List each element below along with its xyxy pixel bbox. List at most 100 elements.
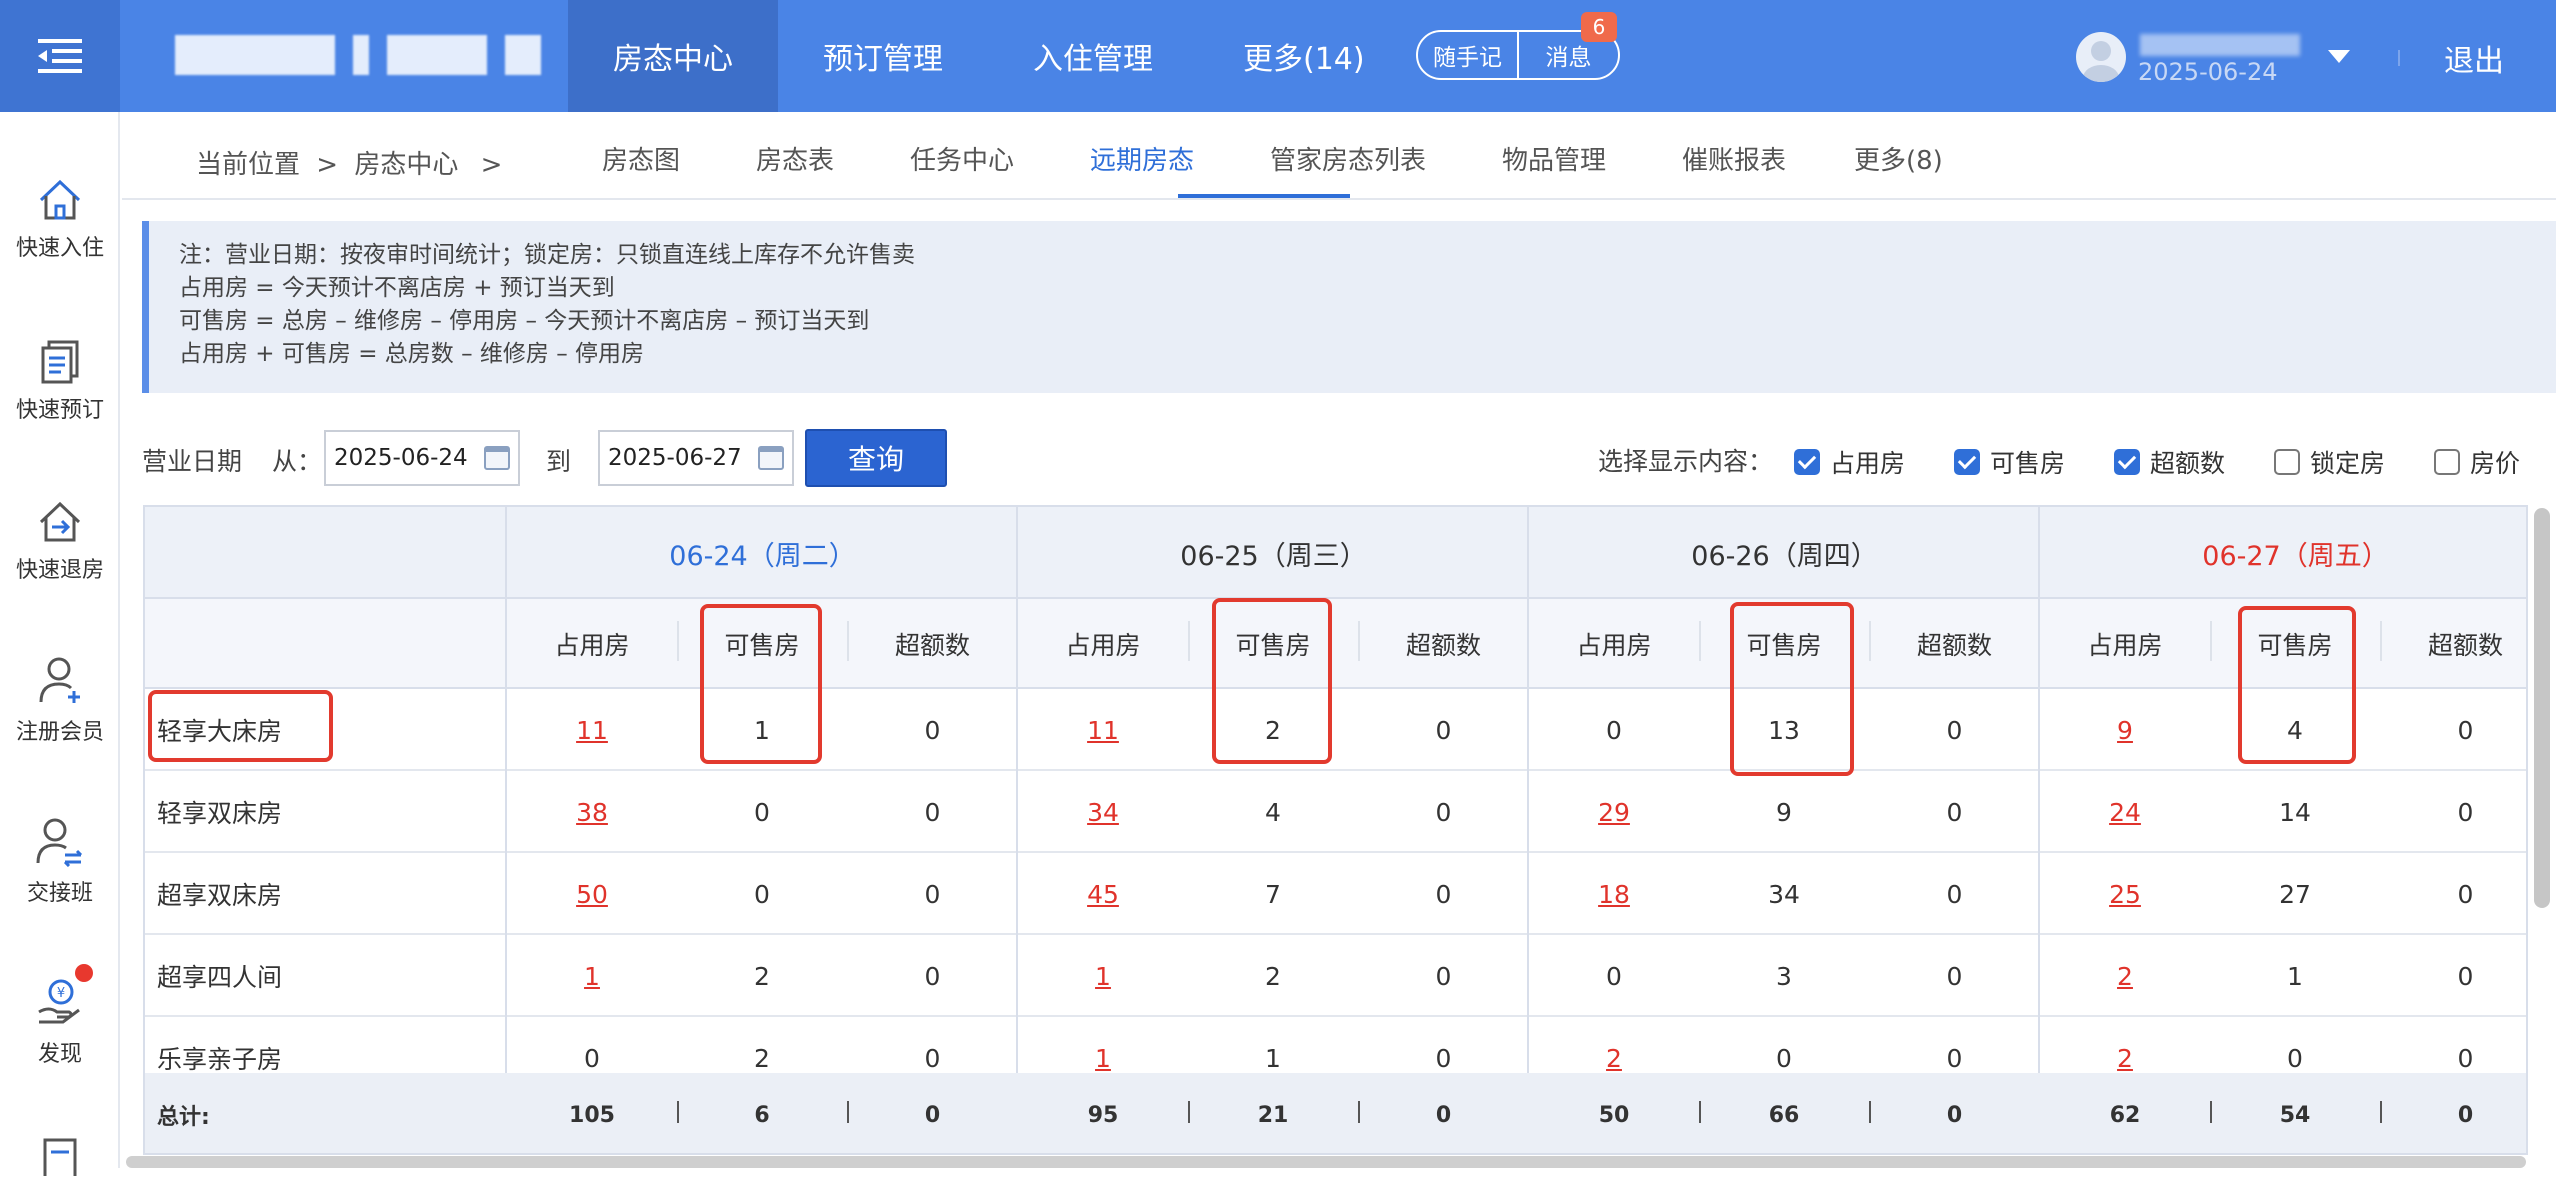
cell-value[interactable]: 11 bbox=[576, 716, 608, 745]
subcolumn-header: 超额数 bbox=[1916, 631, 1992, 660]
tab-item-management[interactable]: 物品管理 bbox=[1502, 140, 1606, 177]
notes-button[interactable]: 随手记 bbox=[1418, 32, 1517, 78]
cell-value[interactable]: 34 bbox=[1087, 798, 1119, 827]
nav-booking-management[interactable]: 预订管理 bbox=[778, 0, 988, 112]
tab-more[interactable]: 更多(8) bbox=[1854, 140, 1943, 177]
occupied-count-link[interactable]: 34 bbox=[1018, 771, 1188, 853]
logout-button[interactable]: 退出 bbox=[2444, 36, 2504, 80]
cell-value: 0 bbox=[1435, 1043, 1452, 1073]
cell-value[interactable]: 25 bbox=[2109, 880, 2141, 909]
occupied-count-link[interactable]: 1 bbox=[507, 935, 677, 1017]
checkbox-checked-icon[interactable] bbox=[2114, 449, 2140, 475]
breadcrumb-current[interactable]: 房态中心 bbox=[354, 150, 458, 180]
tab-room-status-map[interactable]: 房态图 bbox=[602, 140, 680, 177]
cell-value[interactable]: 45 bbox=[1087, 880, 1119, 909]
cell-value[interactable]: 18 bbox=[1598, 880, 1630, 909]
sidebar-item-register-member[interactable]: 注册会员 bbox=[0, 656, 120, 746]
sidebar-item-quick-checkin[interactable]: 快速入住 bbox=[0, 178, 120, 262]
nav-room-status-center[interactable]: 房态中心 bbox=[568, 0, 778, 112]
room-count-cell: 0 bbox=[2380, 771, 2526, 853]
cell-value[interactable]: 2 bbox=[2117, 962, 2133, 991]
checkout-house-icon bbox=[39, 501, 81, 542]
sidebar-item-shift-handover[interactable]: 交接班 bbox=[0, 817, 120, 907]
cell-value: 1 bbox=[2287, 961, 2303, 991]
calendar-icon[interactable] bbox=[758, 446, 784, 470]
room-count-cell: 14 bbox=[2210, 771, 2380, 853]
option-price-checkbox[interactable]: 房价 bbox=[2434, 444, 2520, 480]
horizontal-scrollbar[interactable] bbox=[126, 1156, 2526, 1168]
chevron-down-icon[interactable] bbox=[2328, 50, 2350, 63]
occupied-count-link[interactable]: 18 bbox=[1529, 853, 1699, 935]
checkbox-empty-icon[interactable] bbox=[2434, 449, 2460, 475]
cell-value[interactable]: 11 bbox=[1087, 716, 1119, 745]
cell-value[interactable]: 29 bbox=[1598, 798, 1630, 827]
tab-task-center[interactable]: 任务中心 bbox=[910, 140, 1014, 177]
occupied-count-link[interactable]: 38 bbox=[507, 771, 677, 853]
nav-more[interactable]: 更多(14) bbox=[1198, 0, 1410, 112]
cell-value: 0 bbox=[1946, 879, 1963, 909]
occupied-count-link[interactable]: 45 bbox=[1018, 853, 1188, 935]
cell-value[interactable]: 50 bbox=[576, 880, 608, 909]
room-type-name: 超享双床房 bbox=[157, 881, 283, 910]
option-label: 可售房 bbox=[1990, 449, 2066, 478]
user-avatar[interactable] bbox=[2076, 32, 2126, 82]
cell-value: 0 bbox=[1946, 961, 1963, 991]
vertical-scrollbar[interactable] bbox=[2534, 508, 2550, 908]
tab-dunning-report[interactable]: 催账报表 bbox=[1682, 140, 1786, 177]
occupied-count-link[interactable]: 11 bbox=[507, 689, 677, 771]
table-subdivider bbox=[1188, 621, 1190, 661]
total-value: 95 bbox=[1087, 1102, 1119, 1128]
option-locked-checkbox[interactable]: 锁定房 bbox=[2274, 444, 2385, 480]
checkbox-empty-icon[interactable] bbox=[2274, 449, 2300, 475]
sidebar-item-label: 快速预订 bbox=[15, 398, 104, 423]
to-date-input[interactable]: 2025-06-27 bbox=[598, 430, 794, 486]
room-count-cell: 0 bbox=[2380, 689, 2526, 771]
checkbox-checked-icon[interactable] bbox=[1954, 449, 1980, 475]
cell-value[interactable]: 1 bbox=[584, 962, 600, 991]
nav-checkin-management[interactable]: 入住管理 bbox=[988, 0, 1198, 112]
sidebar-item-quick-booking[interactable]: 快速预订 bbox=[0, 340, 120, 424]
day-header: 06-25（周三） bbox=[1180, 540, 1367, 572]
sidebar-item-label: 快速退房 bbox=[15, 558, 104, 583]
cell-value[interactable]: 1 bbox=[1095, 962, 1111, 991]
to-date-value: 2025-06-27 bbox=[608, 445, 742, 471]
occupied-count-link[interactable]: 25 bbox=[2040, 853, 2210, 935]
sidebar: 快速入住 快速预订 快速退房 注册会员 交接班 ¥ 发现 bbox=[0, 112, 120, 1176]
breadcrumb-label: 当前位置 bbox=[196, 150, 301, 180]
cell-value[interactable]: 9 bbox=[2117, 716, 2133, 745]
calendar-icon[interactable] bbox=[484, 446, 510, 470]
option-occupied-checkbox[interactable]: 占用房 bbox=[1794, 444, 1905, 480]
query-button[interactable]: 查询 bbox=[805, 429, 947, 487]
room-count-cell: 3 bbox=[1699, 935, 1869, 1017]
sidebar-item-quick-checkout[interactable]: 快速退房 bbox=[0, 500, 120, 584]
occupied-count-link[interactable]: 29 bbox=[1529, 771, 1699, 853]
option-overbook-checkbox[interactable]: 超额数 bbox=[2114, 444, 2225, 480]
to-label: 到 bbox=[546, 447, 572, 476]
display-options-label: 选择显示内容： bbox=[1598, 447, 1774, 476]
cell-value[interactable]: 1 bbox=[1095, 1044, 1111, 1073]
menu-toggle-button[interactable] bbox=[0, 0, 120, 112]
occupied-count-link[interactable]: 50 bbox=[507, 853, 677, 935]
occupied-count-link[interactable]: 9 bbox=[2040, 689, 2210, 771]
room-count-cell: 0 bbox=[847, 853, 1018, 935]
occupied-count-link[interactable]: 24 bbox=[2040, 771, 2210, 853]
tab-housekeeping-list[interactable]: 管家房态列表 bbox=[1270, 140, 1426, 177]
total-value: 21 bbox=[1257, 1102, 1289, 1128]
option-label: 锁定房 bbox=[2310, 449, 2386, 478]
room-count-cell: 27 bbox=[2210, 853, 2380, 935]
sidebar-item-partial[interactable] bbox=[0, 1136, 120, 1184]
sidebar-item-discover[interactable]: ¥ 发现 bbox=[0, 964, 120, 1068]
tab-future-room-status[interactable]: 远期房态 bbox=[1090, 140, 1194, 177]
cell-value[interactable]: 2 bbox=[1606, 1044, 1622, 1073]
tab-room-status-table[interactable]: 房态表 bbox=[756, 140, 834, 177]
checkbox-checked-icon[interactable] bbox=[1794, 449, 1820, 475]
cell-value[interactable]: 38 bbox=[576, 798, 608, 827]
from-date-input[interactable]: 2025-06-24 bbox=[324, 430, 520, 486]
occupied-count-link[interactable]: 11 bbox=[1018, 689, 1188, 771]
cell-value[interactable]: 24 bbox=[2109, 798, 2141, 827]
option-available-checkbox[interactable]: 可售房 bbox=[1954, 444, 2065, 480]
user-avatar-icon bbox=[2083, 41, 2119, 82]
cell-value[interactable]: 2 bbox=[2117, 1044, 2133, 1073]
occupied-count-link[interactable]: 2 bbox=[2040, 935, 2210, 1017]
occupied-count-link[interactable]: 1 bbox=[1018, 935, 1188, 1017]
